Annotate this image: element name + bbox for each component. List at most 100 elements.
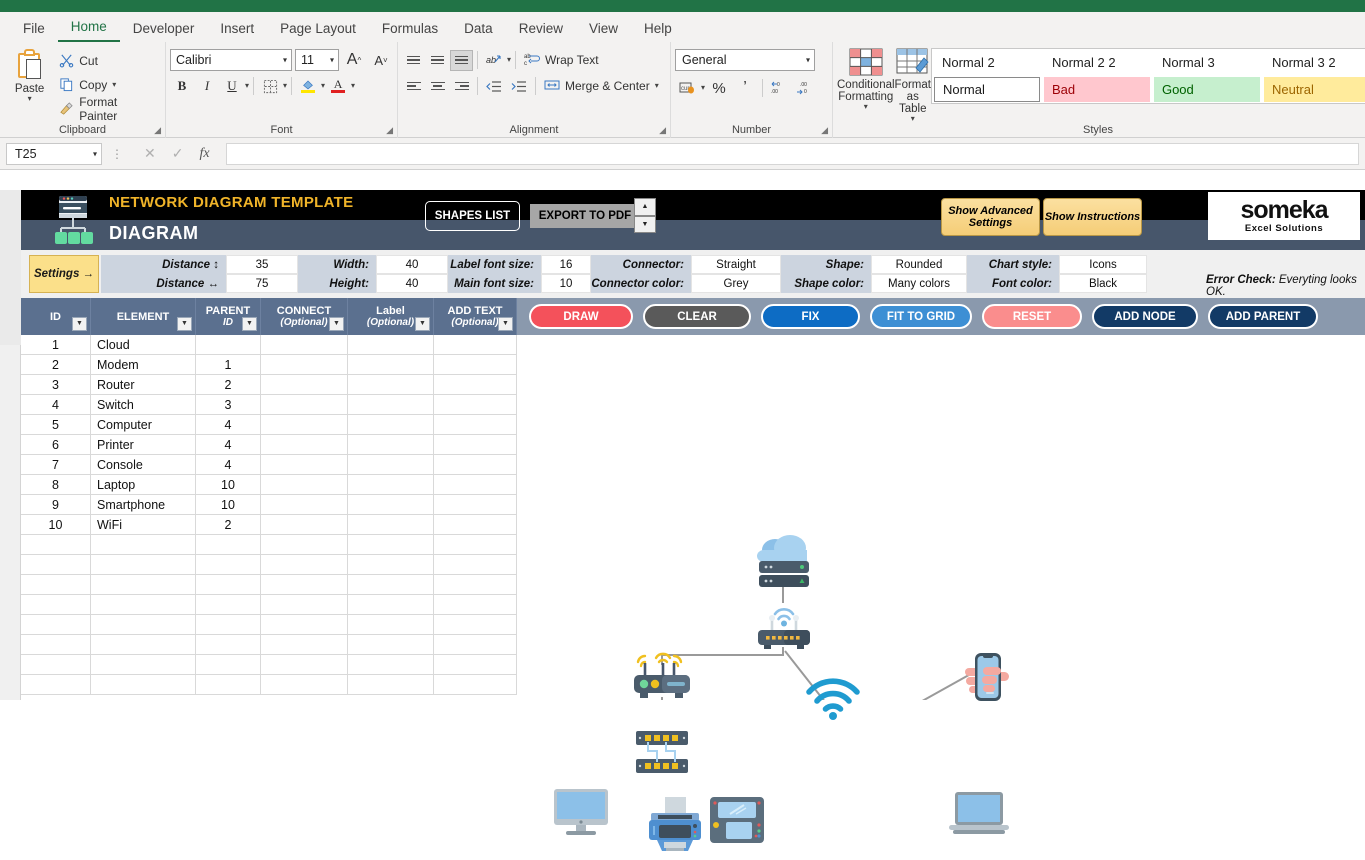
cell-connect[interactable] xyxy=(261,535,348,555)
settings-value-connector-color[interactable]: Grey xyxy=(691,274,781,293)
cell-parent[interactable] xyxy=(196,555,261,575)
cell-connect[interactable] xyxy=(261,555,348,575)
router-node[interactable] xyxy=(629,650,695,707)
settings-value-chart-style[interactable]: Icons xyxy=(1059,255,1147,274)
cell-label[interactable] xyxy=(348,675,434,695)
cell-connect[interactable] xyxy=(261,355,348,375)
cell-connect[interactable] xyxy=(261,475,348,495)
filter-dropdown-icon[interactable]: ▼ xyxy=(242,317,257,331)
ribbon-tab-help[interactable]: Help xyxy=(631,17,685,42)
cell-addtext[interactable] xyxy=(434,395,517,415)
cell-label[interactable] xyxy=(348,455,434,475)
alignment-dialog-launcher[interactable]: ◢ xyxy=(659,125,666,136)
cell-label[interactable] xyxy=(348,615,434,635)
table-row[interactable] xyxy=(21,635,517,655)
cell-id[interactable] xyxy=(21,675,91,695)
chevron-down-icon[interactable]: ▾ xyxy=(28,95,32,103)
cell-connect[interactable] xyxy=(261,455,348,475)
cell-connect[interactable] xyxy=(261,515,348,535)
cell-id[interactable]: 10 xyxy=(21,515,91,535)
filter-dropdown-icon[interactable]: ▼ xyxy=(72,317,87,331)
cell-id[interactable]: 2 xyxy=(21,355,91,375)
cell-addtext[interactable] xyxy=(434,375,517,395)
cell-element[interactable] xyxy=(91,675,196,695)
cell-label[interactable] xyxy=(348,415,434,435)
reset-button[interactable]: RESET xyxy=(982,304,1082,329)
chevron-down-icon[interactable]: ▾ xyxy=(321,82,325,90)
cell-parent[interactable]: 2 xyxy=(196,515,261,535)
cell-addtext[interactable] xyxy=(434,335,517,355)
font-color-button[interactable]: A xyxy=(326,75,350,97)
align-left-button[interactable] xyxy=(402,76,425,97)
settings-value-shape[interactable]: Rounded xyxy=(871,255,967,274)
table-row[interactable]: 1 Cloud xyxy=(21,335,517,355)
cell-id[interactable]: 4 xyxy=(21,395,91,415)
clipboard-dialog-launcher[interactable]: ◢ xyxy=(154,125,161,136)
table-row[interactable] xyxy=(21,655,517,675)
cell-style-bad[interactable]: Bad xyxy=(1043,77,1150,102)
laptop-node[interactable] xyxy=(947,790,1011,843)
filter-dropdown-icon[interactable]: ▼ xyxy=(498,317,513,331)
cell-parent[interactable] xyxy=(196,615,261,635)
decrease-decimal-button[interactable]: .00 0 xyxy=(794,77,818,99)
ribbon-tab-data[interactable]: Data xyxy=(451,17,506,42)
number-dialog-launcher[interactable]: ◢ xyxy=(821,125,828,136)
cell-addtext[interactable] xyxy=(434,415,517,435)
table-row[interactable] xyxy=(21,675,517,695)
cell-label[interactable] xyxy=(348,355,434,375)
settings-value-shape-color[interactable]: Many colors xyxy=(871,274,967,293)
increase-font-size-button[interactable]: A ^ xyxy=(342,49,366,71)
copy-button[interactable]: Copy ▾ xyxy=(55,74,161,95)
cell-addtext[interactable] xyxy=(434,495,517,515)
wifi-node[interactable] xyxy=(803,675,863,726)
ribbon-tab-developer[interactable]: Developer xyxy=(120,17,208,42)
chevron-down-icon[interactable]: ▾ xyxy=(245,82,249,90)
cell-connect[interactable] xyxy=(261,655,348,675)
cell-parent[interactable]: 4 xyxy=(196,415,261,435)
cell-label[interactable] xyxy=(348,475,434,495)
cell-style-normal[interactable]: Normal xyxy=(933,76,1040,102)
cell-parent[interactable] xyxy=(196,595,261,615)
cell-id[interactable] xyxy=(21,595,91,615)
printer-node[interactable] xyxy=(645,797,705,860)
accept-formula-icon[interactable]: ✓ xyxy=(172,145,184,162)
cell-addtext[interactable] xyxy=(434,475,517,495)
cell-parent[interactable]: 10 xyxy=(196,495,261,515)
chevron-down-icon[interactable]: ▾ xyxy=(351,82,355,90)
cell-parent[interactable] xyxy=(196,675,261,695)
cell-element[interactable] xyxy=(91,615,196,635)
ribbon-tab-view[interactable]: View xyxy=(576,17,631,42)
table-row[interactable]: 10 WiFi 2 xyxy=(21,515,517,535)
cell-parent[interactable]: 4 xyxy=(196,455,261,475)
spinner-up-icon[interactable]: ▲ xyxy=(634,198,656,216)
cell-id[interactable] xyxy=(21,615,91,635)
settings-value-distance[interactable]: 75 xyxy=(226,274,298,293)
table-row[interactable]: 2 Modem 1 xyxy=(21,355,517,375)
cell-element[interactable]: Smartphone xyxy=(91,495,196,515)
cell-connect[interactable] xyxy=(261,435,348,455)
cell-label[interactable] xyxy=(348,635,434,655)
export-to-pdf-button[interactable]: EXPORT TO PDF xyxy=(530,204,640,228)
comma-style-button[interactable]: ’ xyxy=(733,77,757,99)
cell-element[interactable] xyxy=(91,655,196,675)
cell-label[interactable] xyxy=(348,435,434,455)
add-parent-button[interactable]: ADD PARENT xyxy=(1208,304,1318,329)
settings-value-connector[interactable]: Straight xyxy=(691,255,781,274)
cell-label[interactable] xyxy=(348,535,434,555)
cell-label[interactable] xyxy=(348,495,434,515)
cell-style-normal-3-2[interactable]: Normal 3 2 xyxy=(1263,50,1365,75)
cell-element[interactable] xyxy=(91,535,196,555)
cell-addtext[interactable] xyxy=(434,555,517,575)
decrease-font-size-button[interactable]: A ˅ xyxy=(369,49,393,71)
align-center-button[interactable] xyxy=(426,76,449,97)
table-row[interactable]: 4 Switch 3 xyxy=(21,395,517,415)
align-middle-button[interactable] xyxy=(426,50,449,71)
computer-node[interactable] xyxy=(552,787,610,844)
cell-parent[interactable]: 4 xyxy=(196,435,261,455)
ribbon-tab-review[interactable]: Review xyxy=(506,17,576,42)
align-right-button[interactable] xyxy=(450,76,473,97)
shapes-list-button[interactable]: SHAPES LIST xyxy=(425,201,520,231)
cell-label[interactable] xyxy=(348,555,434,575)
cell-id[interactable] xyxy=(21,635,91,655)
cell-id[interactable]: 7 xyxy=(21,455,91,475)
